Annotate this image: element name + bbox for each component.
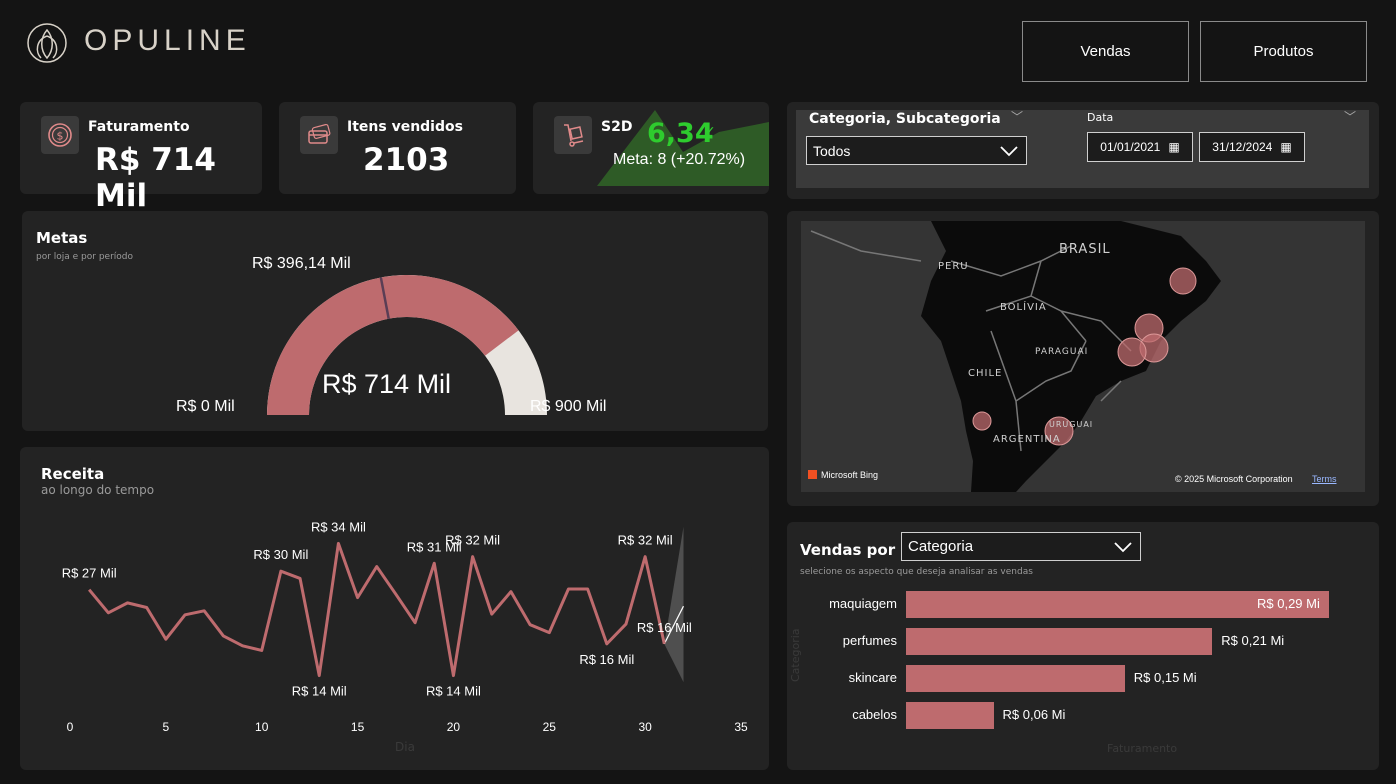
chevron-down-icon [1000, 145, 1018, 156]
gauge-target-label: R$ 396,14 Mil [252, 255, 351, 272]
vendas-por-card: Vendas por Categoria selecione os aspect… [787, 522, 1379, 770]
kpi-s2d-meta: Meta: 8 (+20.72%) [613, 151, 746, 168]
kpi-s2d-card: S2D 6,34 ✓ Meta: 8 (+20.72%) [533, 102, 769, 194]
data-label: R$ 32 Mil [445, 533, 500, 548]
x-tick-label: 25 [543, 720, 557, 734]
bar-value-label: R$ 0,06 Mi [1002, 707, 1066, 722]
map-bubble[interactable] [1117, 337, 1147, 367]
bar-category-label: maquiagem [829, 596, 897, 611]
categoria-collapse-icon[interactable]: ﹀ [1011, 108, 1023, 125]
vendas-button[interactable]: Vendas [1022, 21, 1189, 82]
gauge-max-label: R$ 900 Mil [530, 398, 607, 415]
vendas-por-bar-chart: maquiagem R$ 0,29 Mi perfumes R$ 0,21 Mi ski… [787, 522, 1379, 770]
x-tick-label: 0 [67, 720, 74, 734]
data-collapse-icon[interactable]: ﹀ [1344, 108, 1356, 125]
x-tick-label: 10 [255, 720, 269, 734]
receita-xlabel: Dia [395, 740, 415, 754]
receita-line-chart: 0 5 10 15 20 25 30 35 R$ 27 Mil R$ 30 Mil R$ 14 Mi… [62, 519, 748, 734]
kpi-faturamento-value: R$ 714 Mil [95, 142, 216, 214]
data-label: R$ 16 Mil [637, 620, 692, 635]
kpi-itens-card: Itens vendidos 2103 [279, 102, 516, 194]
forecast-band [664, 526, 684, 683]
kpi-faturamento-title: Faturamento [88, 119, 190, 135]
calendar-icon[interactable]: ▦ [1280, 140, 1291, 154]
categoria-select[interactable]: Todos [806, 136, 1027, 165]
logo: OPULINE [26, 20, 256, 64]
kpi-itens-title: Itens vendidos [347, 119, 463, 135]
data-label: R$ 14 Mil [292, 684, 347, 699]
map-bubble[interactable] [972, 411, 992, 431]
bar-cabelos[interactable] [906, 702, 994, 729]
data-label: R$ 14 Mil [426, 684, 481, 699]
map-label-paraguai: PARAGUAI [1035, 347, 1089, 357]
bar-value-label: R$ 0,15 Mi [1133, 670, 1197, 685]
x-tick-label: 30 [638, 720, 652, 734]
metas-card: Metas por loja e por período R$ 714 Mil … [22, 211, 768, 431]
map-bubble[interactable] [1169, 267, 1197, 295]
hand-truck-icon [554, 116, 592, 154]
date-start-value: 01/01/2021 [1100, 140, 1161, 154]
map-card: BRASIL PERU BOLÍVIA PARAGUAI CHILE ARGEN… [787, 211, 1379, 506]
map-terms-link[interactable]: Terms [1312, 474, 1337, 484]
receita-series-line[interactable] [88, 541, 666, 678]
gauge-value-label: R$ 714 Mil [322, 369, 452, 399]
x-tick-label: 35 [734, 720, 748, 734]
date-end-value: 31/12/2024 [1212, 140, 1273, 154]
check-icon: ✓ [704, 124, 716, 140]
money-icon: $ [41, 116, 79, 154]
bing-logo-icon [808, 470, 817, 479]
vendas-label: Vendas [1080, 43, 1131, 60]
map-label-chile: CHILE [968, 368, 1003, 379]
categoria-select-value: Todos [813, 142, 851, 159]
data-label: R$ 27 Mil [62, 566, 117, 581]
receita-card: Receita ao longo do tempo 0 5 10 15 20 25 30 35… [20, 447, 769, 770]
produtos-label: Produtos [1253, 43, 1314, 60]
bar-category-label: cabelos [852, 707, 897, 722]
data-filter-label: Data [1087, 111, 1114, 124]
map-label-uruguai: URUGUAI [1049, 420, 1094, 429]
data-label: R$ 16 Mil [579, 652, 634, 667]
x-tick-label: 5 [163, 720, 170, 734]
map-label-bolivia: BOLÍVIA [1000, 302, 1047, 313]
categoria-filter-label: Categoria, Subcategoria [809, 111, 1001, 127]
gauge-min-label: R$ 0 Mil [176, 398, 235, 415]
credit-card-icon [300, 116, 338, 154]
bar-skincare[interactable] [906, 665, 1125, 692]
logo-icon [27, 23, 67, 63]
kpi-s2d-title: S2D [601, 119, 633, 135]
produtos-button[interactable]: Produtos [1200, 21, 1367, 82]
svg-text:$: $ [57, 130, 64, 143]
data-label: R$ 34 Mil [311, 519, 366, 534]
date-start-input[interactable]: 01/01/2021 ▦ [1087, 132, 1193, 162]
map-label-argentina: ARGENTINA [993, 434, 1061, 445]
kpi-faturamento-card: $ Faturamento R$ 714 Mil [20, 102, 262, 214]
bar-value-label: R$ 0,29 Mi [1257, 596, 1320, 611]
bar-category-label: skincare [848, 670, 897, 685]
map-copyright: © 2025 Microsoft Corporation [1175, 474, 1293, 484]
bar-value-label: R$ 0,21 Mi [1221, 633, 1285, 648]
x-tick-label: 15 [351, 720, 365, 734]
data-label: R$ 30 Mil [253, 547, 308, 562]
bar-category-label: perfumes [842, 633, 897, 648]
calendar-icon[interactable]: ▦ [1168, 140, 1179, 154]
bing-attribution: Microsoft Bing [821, 470, 879, 480]
map-label-peru: PERU [938, 261, 969, 272]
x-tick-label: 20 [447, 720, 461, 734]
filters-card: Categoria, Subcategoria ﹀ Todos Data ﹀ 0… [787, 102, 1379, 199]
map-label-brasil: BRASIL [1059, 242, 1111, 257]
kpi-itens-value: 2103 [363, 142, 450, 178]
brand-name: OPULINE [84, 24, 251, 57]
data-label: R$ 32 Mil [618, 533, 673, 548]
date-end-input[interactable]: 31/12/2024 ▦ [1199, 132, 1305, 162]
bar-perfumes[interactable] [906, 628, 1213, 655]
